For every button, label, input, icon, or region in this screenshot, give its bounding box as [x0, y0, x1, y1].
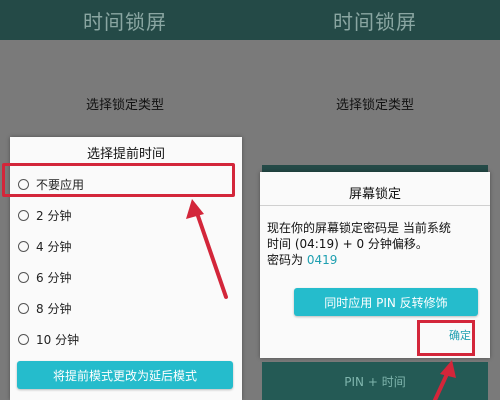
annotation-arrow	[186, 199, 228, 299]
right-screen: 时间锁屏 选择锁定类型 PIN + 时间 屏幕锁定 现在你的屏幕锁定密码是 当前…	[250, 0, 500, 400]
left-screen: 时间锁屏 选择锁定类型 选择提前时间 不要应用 2 分钟 4 分钟 6 分钟 8…	[0, 0, 250, 400]
annotation-arrow	[433, 360, 456, 400]
